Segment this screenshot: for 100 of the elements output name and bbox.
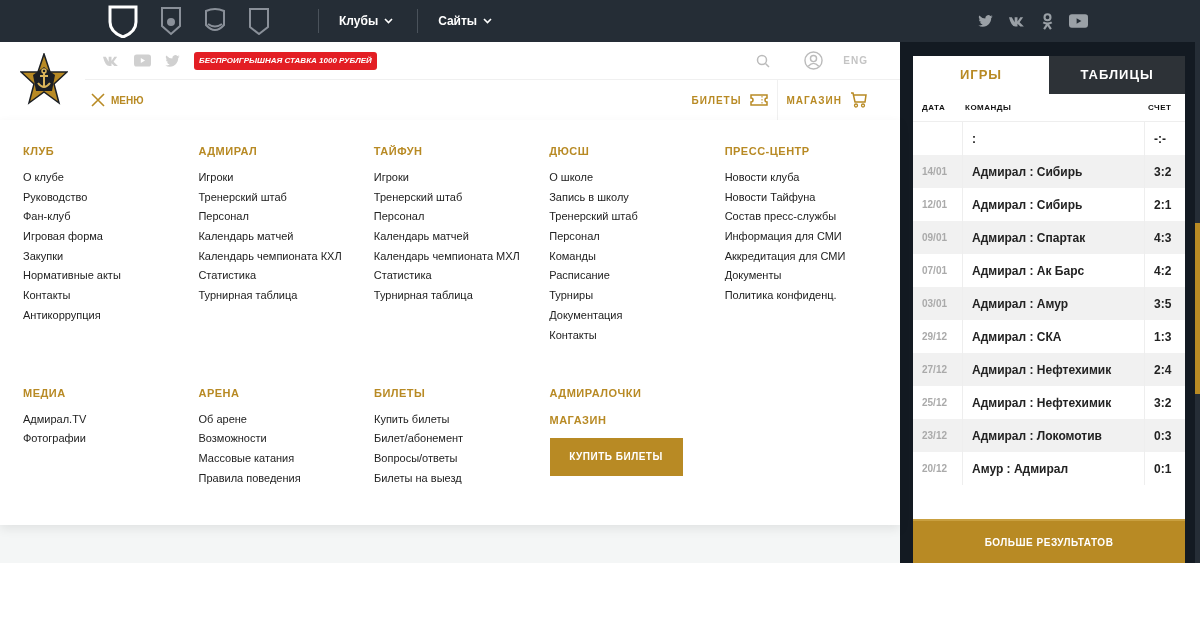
table-row[interactable]: 27/12 Адмирал : Нефтехимик 2:4 — [913, 353, 1185, 386]
teams-cell-text: Адмирал : Спартак — [972, 229, 1086, 247]
score-cell-text: 3:5 — [1154, 295, 1172, 313]
date-cell-text: 23/12 — [922, 429, 948, 443]
score-cell-text: 3:2 — [1154, 394, 1172, 412]
menu-link[interactable]: Статистика — [198, 268, 257, 283]
menu-link[interactable]: О клубе — [23, 170, 64, 184]
menu-link[interactable]: Вопросы/ответы — [374, 450, 458, 465]
menu-link[interactable]: Возможности — [198, 431, 267, 446]
twitter-icon[interactable] — [978, 15, 993, 27]
menu-link[interactable]: Расписание — [549, 268, 610, 283]
menu-link[interactable]: Антикоррупция — [23, 307, 101, 322]
menu-link[interactable]: Политика конфиденц. — [724, 288, 837, 303]
table-row[interactable]: 23/12 Адмирал : Локомотив 0:3 — [913, 419, 1185, 452]
column-header: СЧЕТ — [1147, 101, 1173, 114]
score-cell-text: 3:2 — [1154, 163, 1172, 181]
score-cell-text: -:- — [1154, 130, 1166, 148]
menu-link[interactable]: Контакты — [23, 288, 71, 303]
table-row[interactable]: 03/01 Адмирал : Амур 3:5 — [913, 287, 1185, 320]
menu-link[interactable]: Новости клуба — [724, 170, 800, 184]
score-cell-text: 0:1 — [1154, 460, 1172, 478]
date-cell-text: 03/01 — [922, 297, 948, 311]
teams-cell-text: Адмирал : Локомотив — [972, 427, 1102, 445]
menu-link[interactable]: Фотографии — [23, 431, 86, 446]
menu-link[interactable]: Календарь чемпионата МХЛ — [373, 248, 520, 263]
menu-link[interactable]: Персонал — [198, 209, 249, 224]
menu-link[interactable]: Руководство — [23, 189, 88, 204]
tab[interactable]: ТАБЛИЦЫ — [1049, 56, 1185, 94]
teams-cell-text: Адмирал : Сибирь — [972, 163, 1083, 181]
nav-dropdown[interactable]: Сайты — [438, 12, 493, 30]
menu-link[interactable]: Документация — [549, 307, 623, 322]
teams-cell-text: : — [972, 130, 976, 148]
menu-link[interactable]: Игроки — [373, 170, 409, 184]
teams-cell-text: Адмирал : Нефтехимик — [972, 361, 1112, 379]
table-row[interactable]: 14/01 Адмирал : Сибирь 3:2 — [913, 155, 1185, 188]
menu-link[interactable]: Тренерский штаб — [373, 189, 463, 204]
column-header: ДАТА — [921, 101, 947, 114]
menu-link[interactable]: Календарь чемпионата КХЛ — [198, 248, 342, 263]
menu-link[interactable]: Календарь матчей — [373, 229, 469, 244]
score-cell-text: 4:3 — [1154, 229, 1172, 247]
menu-link[interactable]: Закупки — [23, 248, 64, 263]
teams-cell-text: Адмирал : Нефтехимик — [972, 394, 1112, 412]
date-cell-text: 14/01 — [922, 165, 948, 179]
nav-dropdown[interactable]: Клубы — [339, 12, 394, 30]
date-cell-text: 07/01 — [922, 264, 948, 278]
teams-cell-text: Адмирал : Ак Барс — [972, 262, 1085, 280]
column-header: КОМАНДЫ — [964, 101, 1013, 114]
odnoklassniki-icon[interactable] — [1042, 12, 1053, 30]
date-cell-text: 29/12 — [922, 330, 948, 344]
vk-icon[interactable] — [1009, 15, 1026, 27]
menu-link[interactable]: Правила поведения — [198, 470, 301, 485]
date-cell-text: 12/01 — [922, 198, 948, 212]
menu-link[interactable]: Тренерский штаб — [198, 189, 287, 204]
teams-cell-text: Адмирал : Сибирь — [972, 196, 1083, 214]
menu-link[interactable]: Новости Тайфуна — [724, 189, 816, 204]
date-cell-text: 20/12 — [922, 462, 948, 476]
promo-badge[interactable]: БЕСПРОИГРЫШНАЯ СТАВКА 1000 РУБЛЕЙ — [194, 51, 377, 70]
chevron-down-icon — [483, 18, 493, 24]
menu-link[interactable]: Персонал — [549, 229, 600, 244]
menu-link[interactable]: Состав пресс-службы — [724, 209, 837, 224]
teams-cell-text: Амур : Адмирал — [972, 460, 1069, 478]
menu-link[interactable]: Фан-клуб — [23, 209, 71, 224]
score-cell-text: 4:2 — [1154, 262, 1172, 280]
menu-link[interactable]: Запись в школу — [549, 189, 629, 204]
menu-link[interactable]: Статистика — [373, 268, 432, 283]
date-cell-text: 27/12 — [922, 363, 948, 377]
menu-link[interactable]: Календарь матчей — [198, 229, 294, 244]
menu-link[interactable]: Билет/абонемент — [374, 431, 464, 446]
menu-link[interactable]: Тренерский штаб — [549, 209, 638, 224]
ticket-icon — [749, 94, 768, 106]
table-row[interactable]: 09/01 Адмирал : Спартак 4:3 — [913, 221, 1185, 254]
menu-link[interactable]: Документы — [724, 268, 782, 283]
menu-link[interactable]: О школе — [549, 170, 593, 184]
scrollbar[interactable] — [1195, 42, 1200, 563]
menu-link[interactable]: Аккредитация для СМИ — [724, 248, 846, 263]
menu-link[interactable]: Игровая форма — [23, 229, 103, 244]
menu-link[interactable]: Купить билеты — [374, 411, 450, 426]
score-cell-text: 1:3 — [1154, 328, 1172, 346]
youtube-icon[interactable] — [1069, 14, 1088, 28]
menu-link[interactable]: Турниры — [549, 288, 594, 303]
menu-link[interactable]: Об арене — [198, 411, 247, 426]
menu-link[interactable]: Информация для СМИ — [724, 229, 842, 244]
date-cell-text: 09/01 — [922, 231, 948, 245]
menu-link[interactable]: Нормативные акты — [23, 268, 121, 283]
menu-link[interactable]: Турнирная таблица — [373, 288, 473, 303]
menu-link[interactable]: Контакты — [549, 327, 597, 342]
teams-cell-text: Адмирал : СКА — [972, 328, 1062, 346]
menu-link[interactable]: Персонал — [373, 209, 425, 224]
menu-link[interactable]: Массовые катания — [198, 450, 295, 465]
menu-link[interactable]: Игроки — [198, 170, 234, 184]
cart-icon — [850, 92, 867, 108]
menu-link[interactable]: Команды — [549, 248, 596, 263]
menu-link[interactable]: Адмирал.TV — [23, 411, 87, 426]
scrollbar-thumb[interactable] — [1195, 223, 1200, 394]
score-cell-text: 2:4 — [1154, 361, 1172, 379]
teams-cell-text: Адмирал : Амур — [972, 295, 1069, 313]
menu-link[interactable]: Турнирная таблица — [198, 288, 298, 303]
date-cell-text: 25/12 — [922, 396, 948, 410]
close-icon — [91, 93, 105, 107]
menu-link[interactable]: Билеты на выезд — [374, 470, 462, 485]
